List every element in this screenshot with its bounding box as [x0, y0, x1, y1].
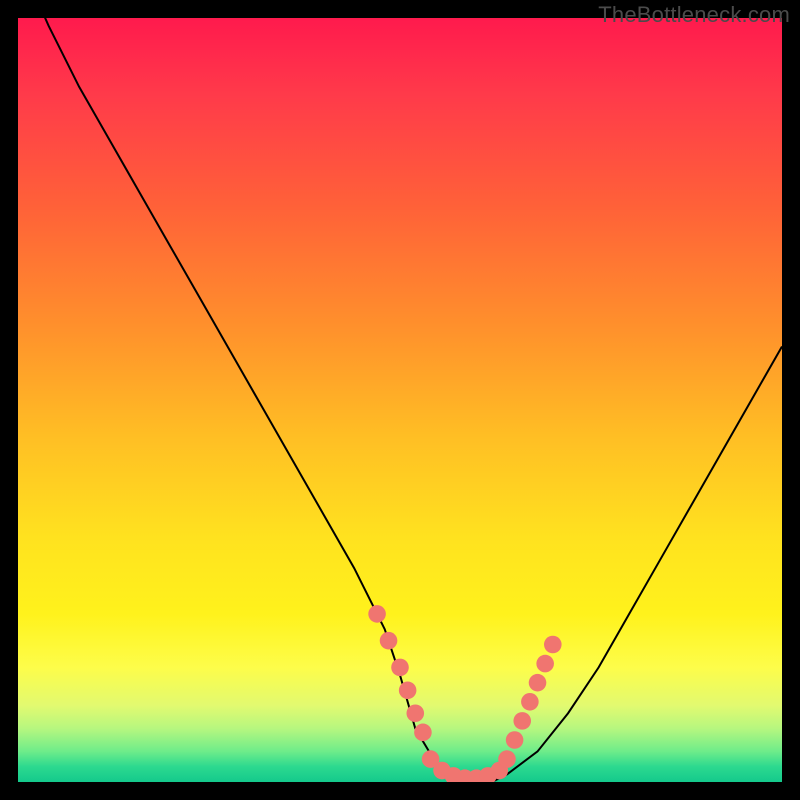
chart-svg [18, 18, 782, 782]
chart-stage: TheBottleneck.com [0, 0, 800, 800]
watermark-text: TheBottleneck.com [598, 2, 790, 28]
plot-area [18, 18, 782, 782]
